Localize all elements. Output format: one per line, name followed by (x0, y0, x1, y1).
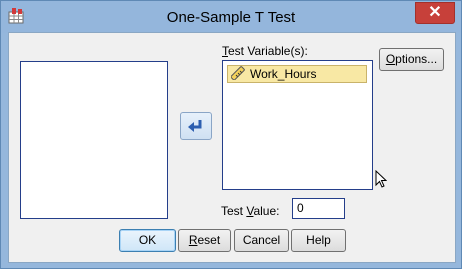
options-hotkey: O (385, 52, 396, 66)
cancel-button[interactable]: Cancel (234, 229, 289, 252)
dialog-body: Test Variable(s): Work_Hours Options... … (8, 32, 456, 263)
list-item[interactable]: Work_Hours (227, 65, 367, 83)
list-item-label: Work_Hours (250, 67, 317, 81)
test-value-input[interactable]: 0 (292, 198, 345, 219)
dialog-window: One-Sample T Test ✕ Test Variable(s): Wo… (0, 0, 462, 269)
close-button[interactable]: ✕ (415, 2, 455, 24)
mouse-pointer-icon (375, 169, 388, 191)
window-title: One-Sample T Test (166, 9, 296, 26)
move-variable-button[interactable] (180, 112, 212, 140)
title-bar[interactable]: One-Sample T Test ✕ (1, 1, 461, 33)
test-value-label: Test Value: (221, 204, 280, 218)
test-variables-label-rest: est Variable(s): (228, 44, 308, 58)
reset-label-rest: eset (197, 233, 221, 247)
test-variables-label: Test Variable(s): (222, 44, 308, 58)
options-label-rest: ptions... (395, 52, 438, 66)
test-value-label-rest: alue: (253, 204, 280, 218)
options-button[interactable]: Options... (379, 48, 444, 71)
source-variable-list[interactable] (20, 61, 168, 219)
help-button[interactable]: Help (291, 229, 346, 252)
scale-variable-icon (230, 66, 245, 81)
ok-button[interactable]: OK (119, 229, 176, 252)
reset-button[interactable]: Reset (178, 229, 231, 252)
test-value-prefix: Test (221, 204, 247, 218)
test-variables-list[interactable]: Work_Hours (222, 60, 373, 190)
